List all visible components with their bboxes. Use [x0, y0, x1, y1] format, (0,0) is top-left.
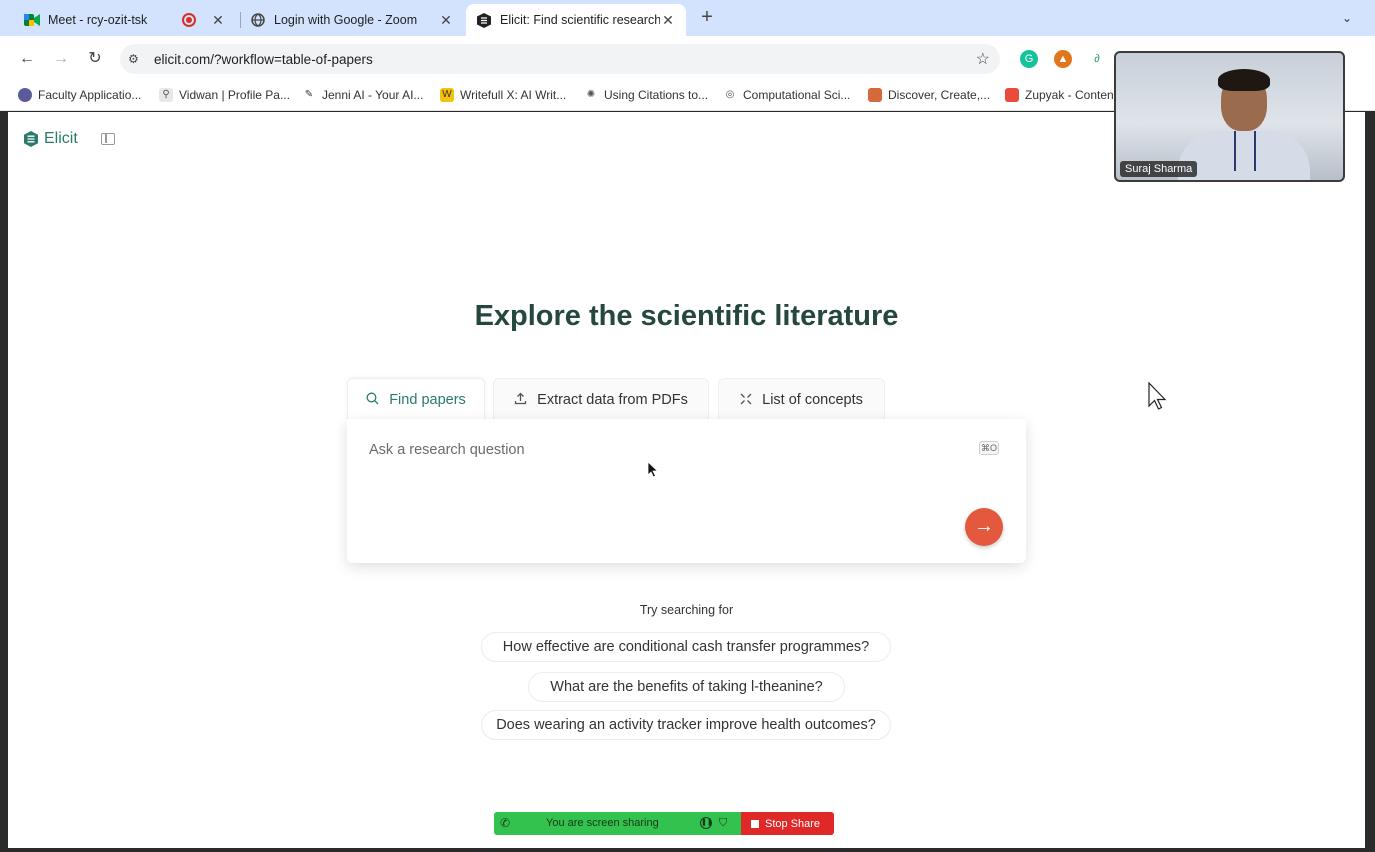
bookmark-item[interactable]: Discover, Create,... [868, 88, 990, 102]
screen-share-status-text: You are screen sharing [546, 817, 659, 829]
tab-find-papers[interactable]: Find papers [347, 378, 485, 420]
upload-icon [514, 392, 527, 408]
screen-share-bar: ✆ You are screen sharing ❚❚ ⛉ Stop Share [494, 812, 834, 835]
pause-share-icon[interactable]: ❚❚ [700, 817, 713, 829]
collapse-icon [740, 392, 752, 408]
close-icon[interactable]: ✕ [660, 12, 676, 29]
stop-icon [751, 819, 759, 828]
bookmark-favicon-icon: ⚲ [159, 88, 173, 102]
bookmark-favicon-icon: ✺ [586, 89, 596, 100]
stop-share-label: Stop Share [765, 817, 821, 830]
bookmark-favicon-icon [1005, 88, 1019, 102]
participant-video-feed [1218, 69, 1270, 91]
bookmark-favicon-icon [18, 88, 32, 102]
screen-share-status: ✆ You are screen sharing ❚❚ ⛉ [494, 812, 741, 835]
url-text: elicit.com/?workflow=table-of-papers [154, 51, 373, 67]
google-meet-icon [24, 12, 40, 28]
bookmark-label: Jenni AI - Your AI... [322, 88, 424, 102]
participant-name: Suraj Sharma [1120, 161, 1198, 177]
page-title: Explore the scientific literature [474, 300, 899, 332]
tab-title: Elicit: Find scientific research [500, 13, 660, 27]
globe-icon [250, 12, 266, 28]
mouse-cursor-icon [647, 461, 659, 478]
bookmark-label: Computational Sci... [743, 88, 851, 102]
sidebar-toggle-icon[interactable] [101, 133, 115, 145]
search-card: ⌘O → [347, 419, 1026, 563]
elicit-page: Elicit Explore the scientific literature… [8, 112, 1365, 848]
bookmark-item[interactable]: ◎ Computational Sci... [723, 88, 851, 102]
reload-icon[interactable]: ↻ [84, 48, 106, 70]
bookmark-item[interactable]: ✎ Jenni AI - Your AI... [302, 88, 424, 102]
bookmark-label: Using Citations to... [604, 88, 709, 102]
elicit-icon [476, 12, 492, 28]
browser-tab-bar: Meet - rcy-ozit-tsk ✕ Login with Google … [0, 0, 1375, 36]
tab-meet[interactable]: Meet - rcy-ozit-tsk ✕ [14, 4, 236, 36]
submit-button[interactable]: → [965, 508, 1003, 546]
close-icon[interactable]: ✕ [438, 12, 454, 29]
elicit-logo-icon [24, 131, 38, 147]
bookmark-star-icon[interactable]: ☆ [976, 49, 990, 69]
bookmark-label: Vidwan | Profile Pa... [179, 88, 290, 102]
close-icon[interactable]: ✕ [210, 12, 226, 29]
keyboard-shortcut-hint: ⌘O [979, 441, 999, 455]
site-settings-icon[interactable]: ⚙ [128, 52, 144, 66]
address-bar[interactable]: ⚙ elicit.com/?workflow=table-of-papers ☆ [120, 44, 1000, 74]
mouse-cursor-icon [1148, 382, 1167, 410]
participant-video-feed [1234, 131, 1256, 171]
try-searching-label: Try searching for [639, 603, 734, 617]
bookmark-favicon-icon [868, 88, 882, 102]
bookmark-label: Faculty Applicatio... [38, 88, 142, 102]
bookmark-favicon-icon: ✎ [304, 89, 314, 100]
bookmark-item[interactable]: Zupyak - Conten [1005, 88, 1114, 102]
elicit-logo[interactable]: Elicit [24, 130, 78, 148]
tab-extract-data[interactable]: Extract data from PDFs [493, 378, 709, 420]
suggestion-chip[interactable]: How effective are conditional cash trans… [481, 632, 891, 662]
logo-text: Elicit [44, 130, 78, 147]
suggestion-chip[interactable]: Does wearing an activity tracker improve… [481, 710, 891, 740]
participant-video-tile[interactable]: Suraj Sharma [1114, 51, 1345, 182]
bookmark-item[interactable]: ✺ Using Citations to... [584, 88, 708, 102]
tab-label: List of concepts [762, 391, 863, 408]
arrow-right-icon: → [974, 515, 994, 537]
forward-icon[interactable]: → [50, 48, 72, 70]
extension-grammarly-icon[interactable]: G [1020, 50, 1038, 68]
stop-share-button[interactable]: Stop Share [741, 812, 834, 835]
new-tab-button[interactable]: + [696, 6, 718, 29]
extension-metamask-icon[interactable]: ▲ [1054, 50, 1072, 68]
shield-icon[interactable]: ⛉ [719, 817, 727, 830]
research-question-input[interactable] [369, 439, 949, 461]
bookmark-label: Zupyak - Conten [1025, 88, 1114, 102]
tab-label: Extract data from PDFs [537, 391, 688, 408]
back-icon[interactable]: ← [16, 48, 38, 70]
tab-label: Find papers [389, 391, 466, 408]
bookmark-label: Writefull X: AI Writ... [460, 88, 567, 102]
tab-elicit[interactable]: Elicit: Find scientific research ✕ [466, 4, 686, 36]
search-icon [366, 392, 379, 408]
suggestion-chip[interactable]: What are the benefits of taking l-theani… [528, 672, 845, 702]
bookmark-item[interactable]: Faculty Applicatio... [18, 88, 141, 102]
tab-zoom-login[interactable]: Login with Google - Zoom ✕ [240, 4, 464, 36]
tab-list-of-concepts[interactable]: List of concepts [718, 378, 885, 420]
bookmark-item[interactable]: ⚲ Vidwan | Profile Pa... [159, 88, 290, 102]
bookmark-item[interactable]: W Writefull X: AI Writ... [440, 88, 566, 102]
chevron-down-icon[interactable]: ⌄ [1336, 8, 1358, 28]
phone-icon: ✆ [500, 816, 511, 830]
extension-link-icon[interactable]: ∂ [1088, 50, 1106, 68]
tab-title: Meet - rcy-ozit-tsk [48, 13, 148, 27]
tab-title: Login with Google - Zoom [274, 13, 418, 27]
recording-icon [182, 13, 196, 27]
bookmark-favicon-icon: ◎ [725, 89, 735, 100]
bookmark-label: Discover, Create,... [888, 88, 991, 102]
bookmark-favicon-icon: W [440, 88, 454, 102]
